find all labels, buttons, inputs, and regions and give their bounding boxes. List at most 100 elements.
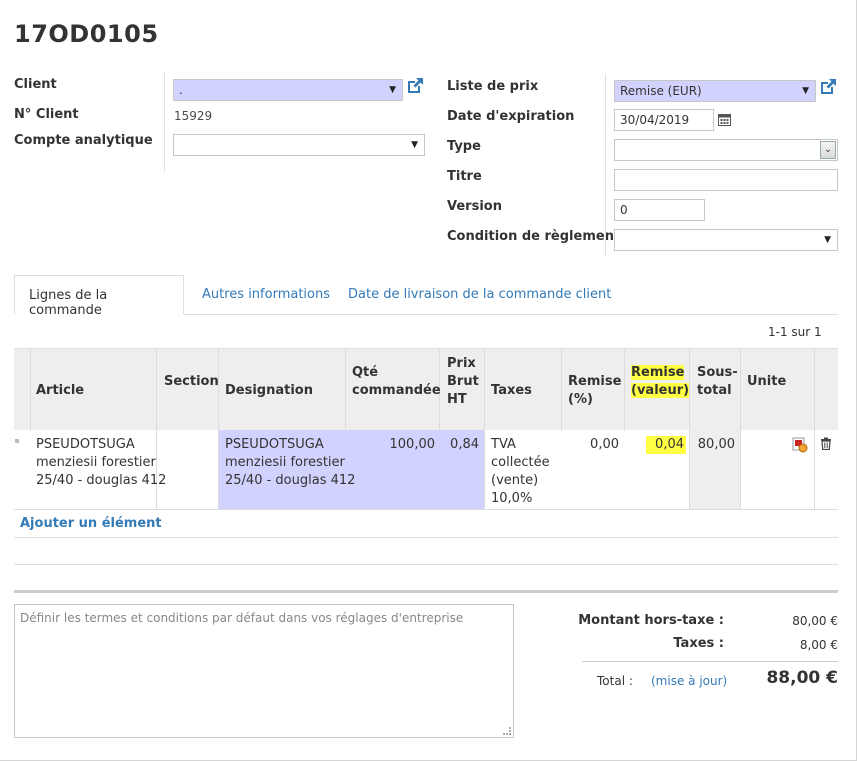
row-quantity[interactable]: 100,00 xyxy=(340,436,436,454)
type-label: Type xyxy=(447,139,481,154)
payment-term-label: Condition de règlement xyxy=(447,229,621,244)
dropdown-caret-icon: ▼ xyxy=(802,86,809,96)
col-unit-price-line2: Brut xyxy=(447,374,479,389)
untaxed-amount-label: Montant hors-taxe : xyxy=(578,613,724,628)
col-discount-pct[interactable]: Remise (%) xyxy=(568,373,621,409)
totals-divider xyxy=(582,661,838,662)
row-taxes-line4: 10,0% xyxy=(491,491,533,506)
dropdown-caret-icon: ▼ xyxy=(824,235,831,245)
row-designation[interactable]: PSEUDOTSUGA menziesii forestier 25/40 - … xyxy=(225,436,355,490)
table-row-separator xyxy=(14,564,838,565)
col-quantity-line1: Qté xyxy=(352,365,379,380)
terms-placeholder: Définir les termes et conditions par déf… xyxy=(20,611,464,625)
external-link-icon[interactable] xyxy=(818,77,838,97)
col-unit-price-line1: Prix xyxy=(447,356,476,371)
client-number-value: 15929 xyxy=(174,109,213,123)
pager-value[interactable]: 1-1 sur 1 xyxy=(768,325,822,339)
col-divider xyxy=(740,430,741,509)
row-discount-value[interactable]: 0,04 xyxy=(646,436,686,454)
client-label: Client xyxy=(14,77,57,92)
pricelist-label: Liste de prix xyxy=(447,79,539,94)
col-section[interactable]: Section xyxy=(164,373,219,391)
col-unit-price-line3: HT xyxy=(447,392,467,407)
update-totals-link[interactable]: (mise à jour) xyxy=(651,674,727,688)
col-divider xyxy=(740,349,741,431)
col-divider xyxy=(30,349,31,431)
trash-icon[interactable] xyxy=(820,437,832,451)
col-divider xyxy=(689,430,690,509)
row-designation-line2: menziesii forestier xyxy=(225,455,345,470)
col-divider xyxy=(814,349,815,431)
tab-other-info[interactable]: Autres informations xyxy=(202,287,330,302)
col-divider xyxy=(814,430,815,509)
row-taxes-line1: TVA xyxy=(491,437,516,452)
col-subtotal[interactable]: Sous- total xyxy=(697,364,738,400)
expiry-date-value: 30/04/2019 xyxy=(620,113,690,127)
row-designation-line1: PSEUDOTSUGA xyxy=(225,437,324,452)
pricelist-value: Remise (EUR) xyxy=(620,84,702,98)
col-unit[interactable]: Unite xyxy=(747,373,786,391)
expiry-date-label: Date d'expiration xyxy=(447,109,575,124)
version-value: 0 xyxy=(620,203,628,217)
version-input[interactable]: 0 xyxy=(614,199,705,221)
title-input[interactable] xyxy=(614,169,838,191)
pricelist-select[interactable]: Remise (EUR) ▼ xyxy=(614,80,816,102)
row-article[interactable]: PSEUDOTSUGA menziesii forestier 25/40 - … xyxy=(36,436,166,490)
col-divider xyxy=(156,349,157,431)
row-subtotal: 80,00 xyxy=(697,437,735,452)
terms-textarea[interactable]: Définir les termes et conditions par déf… xyxy=(14,604,514,738)
version-label: Version xyxy=(447,199,502,214)
col-divider xyxy=(561,349,562,431)
row-article-line1: PSEUDOTSUGA xyxy=(36,437,135,452)
col-unit-price[interactable]: Prix Brut HT xyxy=(447,355,479,409)
image-status-icon[interactable] xyxy=(792,437,808,453)
col-taxes[interactable]: Taxes xyxy=(491,382,532,400)
col-discount-value-line1: Remise xyxy=(631,365,685,380)
row-unit-price[interactable]: 0,84 xyxy=(440,436,479,454)
client-select[interactable]: . ▼ xyxy=(173,79,403,101)
analytic-account-label: Compte analytique xyxy=(14,133,153,148)
expiry-date-input[interactable]: 30/04/2019 xyxy=(614,109,714,131)
form-sheet: 17OD0105 Client N° Client Compte analyti… xyxy=(0,0,857,761)
col-discount-value-line2: (valeur) xyxy=(631,383,690,398)
col-subtotal-line1: Sous- xyxy=(697,365,738,380)
title-label: Titre xyxy=(447,169,482,184)
col-designation[interactable]: Designation xyxy=(225,382,313,400)
col-discount-pct-line1: Remise xyxy=(568,374,622,389)
taxes-value: 8,00 € xyxy=(799,638,838,652)
calendar-icon[interactable] xyxy=(718,113,731,126)
analytic-account-select[interactable]: ▼ xyxy=(173,134,425,156)
add-line-link[interactable]: Ajouter un élément xyxy=(20,516,162,531)
drag-handle-icon[interactable] xyxy=(15,439,19,443)
row-taxes-line2: collectée xyxy=(491,455,550,470)
client-select-value: . xyxy=(179,83,183,97)
table-footer-divider xyxy=(14,590,838,593)
row-discount-pct[interactable]: 0,00 xyxy=(565,436,619,454)
table-row-separator xyxy=(14,537,838,538)
col-discount-value[interactable]: Remise (valeur) xyxy=(631,364,690,400)
col-quantity-line2: commandée xyxy=(352,383,441,398)
col-divider xyxy=(689,349,690,431)
row-taxes[interactable]: TVA collectée (vente) 10,0% xyxy=(491,436,550,508)
tab-order-lines-label: Lignes de la commande xyxy=(29,288,108,318)
col-divider xyxy=(624,349,625,431)
row-taxes-line3: (vente) xyxy=(491,473,539,488)
col-discount-pct-line2: (%) xyxy=(568,392,593,407)
resize-handle-icon[interactable] xyxy=(503,727,511,735)
col-divider xyxy=(218,430,219,509)
col-quantity[interactable]: Qté commandée xyxy=(352,364,441,400)
dropdown-caret-icon: ▼ xyxy=(411,140,418,150)
chevron-down-icon: ⌄ xyxy=(820,141,836,159)
untaxed-amount-value: 80,00 € xyxy=(792,614,838,628)
tab-order-lines[interactable]: Lignes de la commande xyxy=(14,275,184,318)
col-article[interactable]: Article xyxy=(36,382,84,400)
dropdown-caret-icon: ▼ xyxy=(389,85,396,95)
external-link-icon[interactable] xyxy=(405,76,425,96)
type-select[interactable]: ⌄ xyxy=(614,139,838,161)
row-article-line3: 25/40 - douglas 412 xyxy=(36,473,167,488)
col-divider xyxy=(484,430,485,509)
tab-delivery-date[interactable]: Date de livraison de la commande client xyxy=(348,287,611,302)
row-article-line2: menziesii forestier xyxy=(36,455,156,470)
payment-term-select[interactable]: ▼ xyxy=(614,229,838,251)
right-group-separator xyxy=(605,74,606,256)
